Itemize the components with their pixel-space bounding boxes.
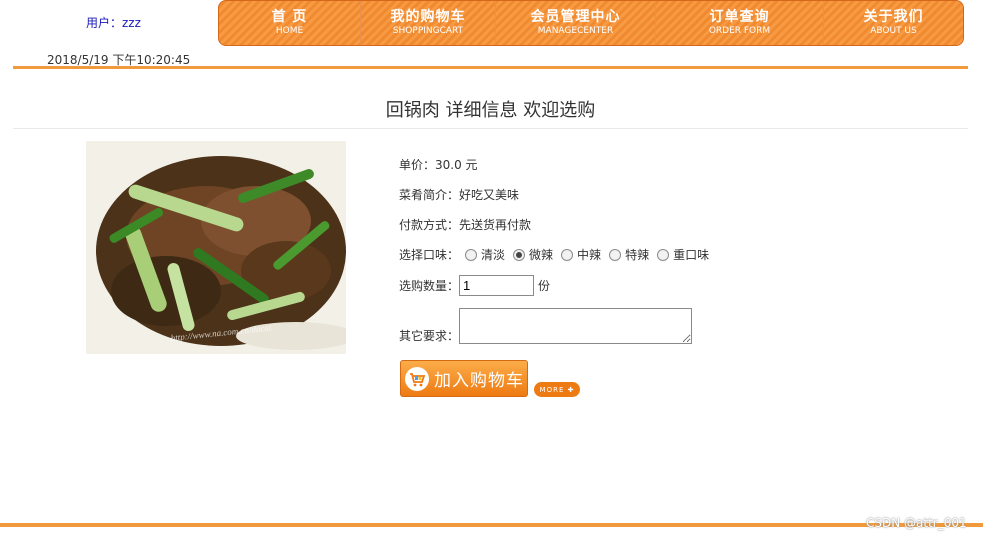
radio-light[interactable] [465, 248, 478, 261]
taste-option-mild[interactable]: 微辣 [513, 246, 553, 263]
nav-shoppingcart-label: 我的购物车 [390, 9, 466, 25]
header-divider [13, 66, 968, 69]
taste-option-light[interactable]: 清淡 [465, 246, 505, 263]
nav-orderform[interactable]: 订单查询 ORDER FORM [656, 1, 824, 45]
nav-orderform-label: 订单查询 [709, 9, 770, 25]
radio-mild[interactable] [513, 248, 526, 261]
quantity-unit: 份 [538, 279, 551, 293]
nav-aboutus-sublabel: ABOUT US [870, 26, 917, 36]
nav-home[interactable]: 首 页 HOME [219, 1, 361, 45]
price-text: 单价：30.0 元 [399, 158, 478, 172]
dish-photo-art: http://www.na.com.cn/dacai [86, 141, 346, 354]
dish-photo: http://www.na.com.cn/dacai [86, 141, 346, 354]
radio-strong[interactable] [657, 248, 670, 261]
taste-option-label: 特辣 [625, 248, 650, 262]
taste-option-label: 重口味 [673, 248, 710, 262]
taste-option-label: 微辣 [529, 248, 554, 262]
main-nav: 首 页 HOME 我的购物车 SHOPPINGCART 会员管理中心 MANAG… [218, 0, 964, 46]
nav-shoppingcart-sublabel: SHOPPINGCART [392, 26, 464, 36]
nav-home-sublabel: HOME [275, 26, 304, 36]
quantity-row: 选购数量： 份 [399, 275, 550, 296]
radio-hot[interactable] [609, 248, 622, 261]
footer-divider [0, 523, 983, 527]
user-label: 用户：zzz [86, 16, 141, 30]
requirements-row: 其它要求： [399, 308, 693, 344]
taste-option-label: 清淡 [481, 248, 506, 262]
requirements-textarea[interactable] [459, 308, 693, 344]
nav-managecenter[interactable]: 会员管理中心 MANAGECENTER [496, 1, 656, 45]
title-divider [13, 128, 968, 129]
nav-aboutus[interactable]: 关于我们 ABOUT US [824, 1, 963, 45]
payment-text: 付款方式：先送货再付款 [399, 218, 532, 232]
nav-managecenter-label: 会员管理中心 [530, 9, 621, 25]
nav-managecenter-sublabel: MANAGECENTER [537, 26, 614, 36]
taste-option-hot[interactable]: 特辣 [609, 246, 649, 263]
radio-medium[interactable] [561, 248, 574, 261]
taste-option-label: 中辣 [577, 248, 602, 262]
add-to-cart-label: 加入购物车 [434, 371, 524, 391]
nav-orderform-sublabel: ORDER FORM [708, 26, 771, 36]
taste-option-strong[interactable]: 重口味 [657, 246, 709, 263]
nav-shoppingcart[interactable]: 我的购物车 SHOPPINGCART [361, 1, 496, 45]
more-button[interactable]: MORE ✚ [534, 382, 580, 397]
nav-home-label: 首 页 [271, 9, 308, 25]
requirements-label: 其它要求： [399, 329, 460, 343]
add-to-cart-button[interactable]: 加入购物车 [400, 360, 528, 397]
nav-aboutus-label: 关于我们 [863, 9, 924, 25]
csdn-watermark: CSDN @attr_001 [866, 516, 967, 530]
taste-option-medium[interactable]: 中辣 [561, 246, 601, 263]
taste-row: 选择口味： 清淡 微辣 中辣 特辣 重口味 [399, 246, 717, 263]
cart-icon [405, 366, 429, 391]
quantity-input[interactable] [459, 275, 535, 296]
taste-label: 选择口味： [399, 248, 460, 262]
description-text: 菜肴简介：好吃又美味 [399, 188, 520, 202]
page-title: 回锅肉 详细信息 欢迎选购 [385, 100, 596, 121]
quantity-label: 选购数量： [399, 279, 460, 293]
